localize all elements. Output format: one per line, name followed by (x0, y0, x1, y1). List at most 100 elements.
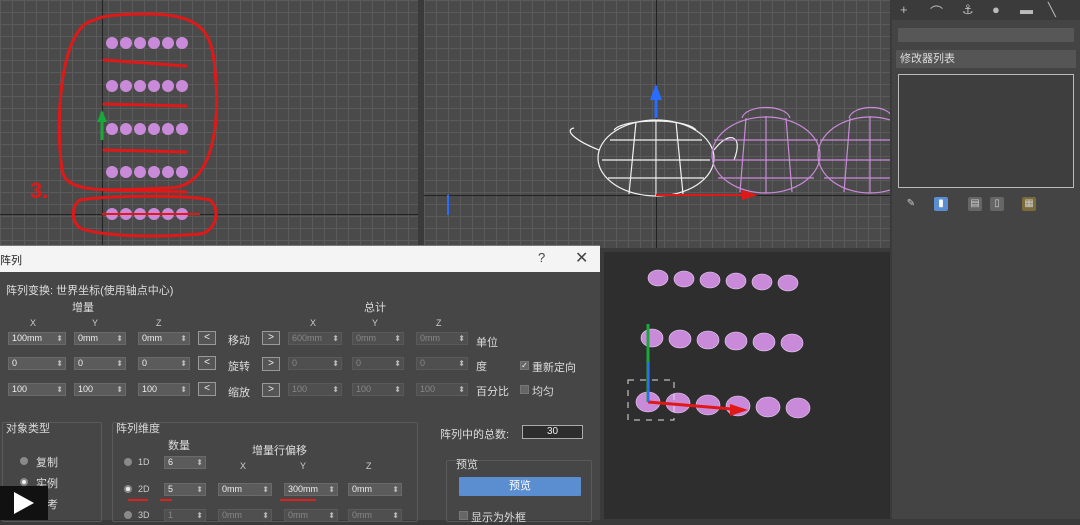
array-dimensions-group (112, 422, 418, 522)
preview-button[interactable]: 预览 (459, 477, 581, 496)
count-label: 数量 (168, 440, 190, 452)
dim-3d-offset-x[interactable]: 0mm (218, 509, 272, 522)
scale-right-arrow[interactable]: > (262, 383, 280, 397)
rotate-label: 旋转 (228, 361, 250, 373)
make-unique-icon[interactable]: ▤ (968, 197, 982, 211)
top-viewport[interactable]: 3. (0, 0, 418, 245)
perspective-viewport-drawing (627, 269, 811, 421)
uniform-checkbox[interactable] (520, 385, 529, 394)
dim-2d-offset-x[interactable]: 0mm (218, 483, 272, 496)
degree-label: 度 (476, 361, 487, 373)
create-tab-icon[interactable]: + (900, 2, 908, 17)
front-viewport[interactable] (424, 0, 890, 248)
rotate-tot-x[interactable]: 0 (288, 357, 342, 370)
move-tot-y[interactable]: 0mm (352, 332, 404, 345)
rotate-inc-z[interactable]: 0 (138, 357, 190, 370)
dim-1d-count[interactable]: 6 (164, 456, 206, 469)
top-viewport-drawing (57, 12, 218, 238)
instance-radio[interactable] (20, 478, 28, 486)
dialog-titlebar: 阵列 ? ✕ (0, 246, 600, 272)
move-inc-y[interactable]: 0mm (74, 332, 126, 345)
modifier-stack[interactable] (898, 74, 1074, 188)
modify-tab-icon[interactable]: ⌒ (930, 2, 943, 21)
move-label: 移动 (228, 335, 250, 347)
total-count-label: 阵列中的总数: (440, 429, 510, 441)
move-right-arrow[interactable]: > (262, 331, 280, 345)
teapot-row-1 (106, 37, 188, 49)
dim-2d-offset-z[interactable]: 0mm (348, 483, 402, 496)
teapot-persp-row-1 (647, 269, 799, 292)
motion-tab-icon[interactable]: ● (992, 2, 1000, 17)
increment-label: 增量 (72, 302, 94, 314)
dim-3d-offset-y[interactable]: 0mm (284, 509, 338, 522)
scale-tot-x[interactable]: 100 (288, 383, 342, 396)
show-end-result-icon[interactable]: ▮ (934, 197, 948, 211)
scale-left-arrow[interactable]: < (198, 382, 216, 396)
move-inc-x[interactable]: 100mm (8, 332, 66, 345)
help-button[interactable]: ? (538, 250, 545, 265)
rotate-left-arrow[interactable]: < (198, 356, 216, 370)
scale-tot-y[interactable]: 100 (352, 383, 404, 396)
teapot-persp-row-2 (640, 328, 804, 353)
object-name-field[interactable] (898, 28, 1074, 42)
transform-group-title: 阵列变换: 世界坐标(使用轴点中心) (6, 285, 174, 297)
pin-stack-icon[interactable]: ✎ (904, 197, 918, 211)
panel-tabs: + ⌒ ⚓ ● ▬ ╲ (892, 0, 1080, 20)
uniform-label: 均匀 (532, 386, 554, 398)
close-button[interactable]: ✕ (575, 248, 588, 268)
dim-2d-offset-y[interactable]: 300mm (284, 483, 338, 496)
rotate-inc-x[interactable]: 0 (8, 357, 66, 370)
front-viewport-drawing (447, 84, 890, 215)
video-play-icon[interactable] (0, 486, 48, 520)
percent-label: 百分比 (476, 386, 509, 398)
offset-y-header: Y (300, 461, 307, 471)
scale-label: 缩放 (228, 387, 250, 399)
row-offset-label: 增量行偏移 (252, 445, 307, 457)
move-left-arrow[interactable]: < (198, 331, 216, 345)
reorient-checkbox[interactable]: ✓ (520, 361, 529, 370)
inc-y-header: Y (92, 318, 99, 328)
teapot-row-3 (106, 123, 188, 135)
annotation-underline-count (160, 499, 172, 501)
rotate-tot-z[interactable]: 0 (416, 357, 468, 370)
teapot-pink-2 (817, 107, 890, 194)
inc-x-header: X (30, 318, 37, 328)
rotate-right-arrow[interactable]: > (262, 357, 280, 371)
tot-z-header: Z (436, 318, 442, 328)
show-as-box-label: 显示为外框 (471, 512, 526, 524)
dim-1d-label: 1D (138, 457, 150, 467)
annotation-number: 3. (30, 178, 49, 203)
rotate-tot-y[interactable]: 0 (352, 357, 404, 370)
utilities-tab-icon[interactable]: ╲ (1048, 2, 1056, 18)
object-type-title: 对象类型 (6, 423, 50, 435)
dim-3d-radio[interactable] (124, 511, 132, 519)
copy-radio[interactable] (20, 457, 28, 465)
move-tot-z[interactable]: 0mm (416, 332, 468, 345)
scale-inc-x[interactable]: 100 (8, 383, 66, 396)
scale-inc-z[interactable]: 100 (138, 383, 190, 396)
display-tab-icon[interactable]: ▬ (1020, 2, 1033, 17)
teapot-persp-row-3 (635, 391, 811, 419)
offset-z-header: Z (366, 461, 372, 471)
scale-tot-z[interactable]: 100 (416, 383, 468, 396)
remove-modifier-icon[interactable]: ▯ (990, 197, 1004, 211)
dim-1d-radio[interactable] (124, 458, 132, 466)
move-inc-z[interactable]: 0mm (138, 332, 190, 345)
total-label: 总计 (364, 302, 386, 314)
move-tot-x[interactable]: 600mm (288, 332, 342, 345)
dim-2d-count[interactable]: 5 (164, 483, 206, 496)
modifier-list-dropdown[interactable]: 修改器列表 (896, 50, 1076, 68)
configure-sets-icon[interactable]: ▦ (1022, 197, 1036, 211)
hierarchy-tab-icon[interactable]: ⚓ (962, 2, 974, 18)
dim-3d-count[interactable]: 1 (164, 509, 206, 522)
command-panel: + ⌒ ⚓ ● ▬ ╲ 修改器列表 ✎ ▮ ▤ ▯ ▦ (892, 0, 1080, 519)
unit-label: 单位 (476, 337, 498, 349)
rotate-inc-y[interactable]: 0 (74, 357, 126, 370)
perspective-viewport[interactable] (604, 252, 890, 519)
dim-2d-label: 2D (138, 484, 150, 494)
dim-2d-radio[interactable] (124, 485, 132, 493)
scale-inc-y[interactable]: 100 (74, 383, 126, 396)
preview-title: 预览 (456, 459, 478, 471)
dim-3d-offset-z[interactable]: 0mm (348, 509, 402, 522)
annotation-underline-offset (280, 499, 316, 501)
